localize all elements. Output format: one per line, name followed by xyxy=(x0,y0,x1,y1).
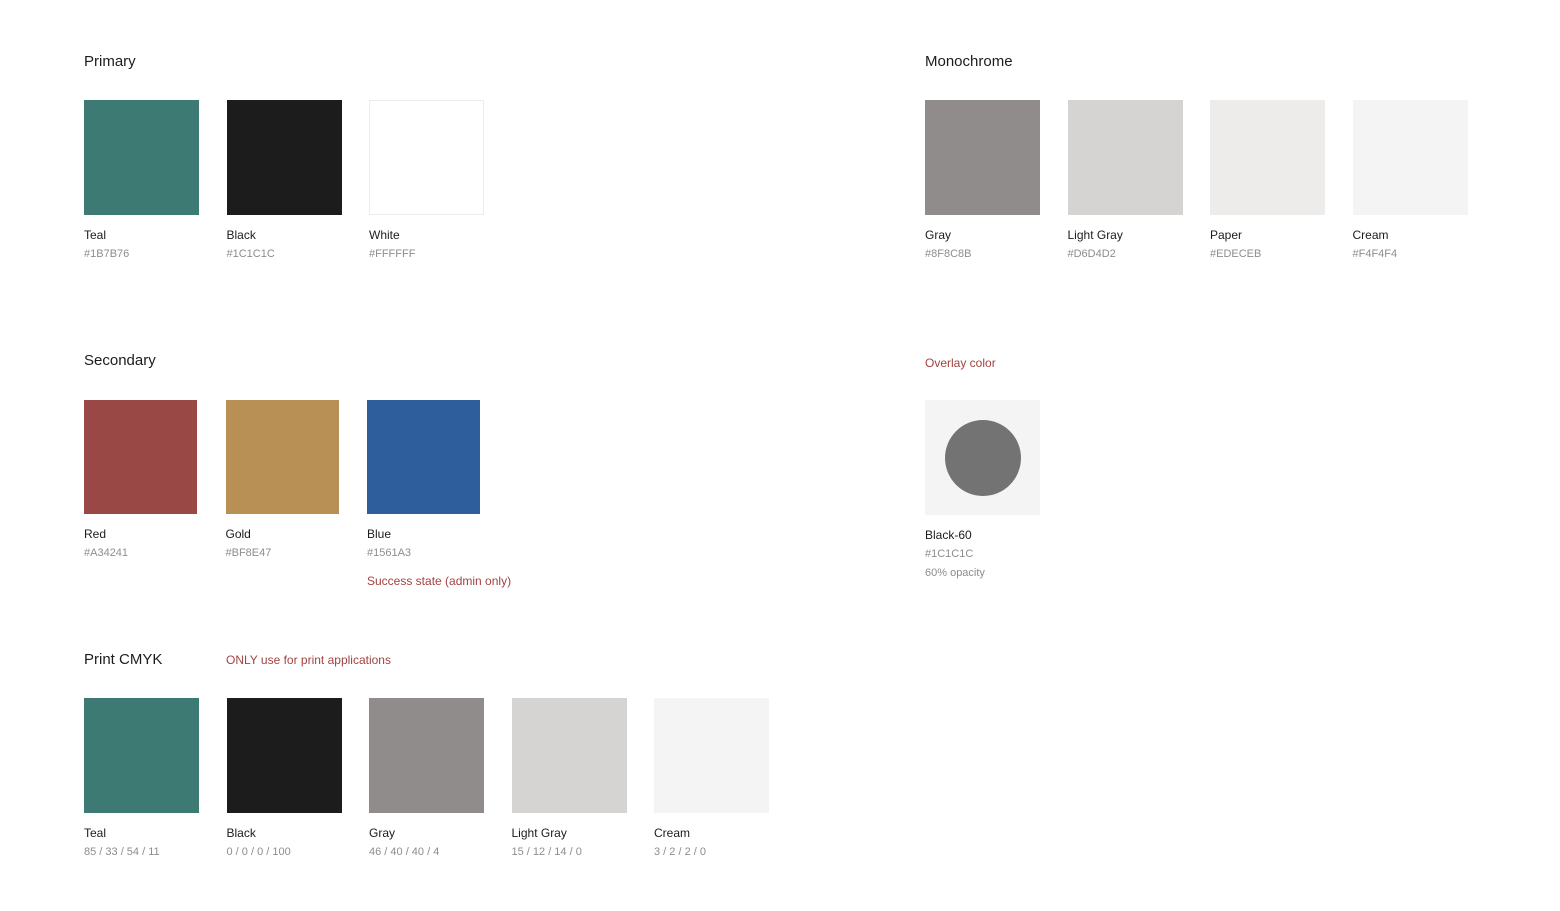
overlay-circle-icon xyxy=(944,419,1021,496)
color-chip xyxy=(84,698,199,813)
color-chip xyxy=(225,400,339,514)
swatch-mono-paper: Paper #EDECEB xyxy=(1210,100,1325,261)
swatch-name: Gray xyxy=(925,228,952,242)
swatch-hex: #1C1C1C xyxy=(226,248,275,260)
secondary-swatch-row: Red #A34241 Gold #BF8E47 Blue #1561A3 Su… xyxy=(84,400,512,588)
color-chip xyxy=(654,698,769,813)
swatch-name: Teal xyxy=(84,826,107,840)
color-chip xyxy=(369,698,484,813)
print-cmyk-section-title: Print CMYK xyxy=(84,651,163,668)
swatch-cmyk-cream: Cream 3 / 2 / 2 / 0 xyxy=(654,698,769,859)
swatch-hex: #1561A3 xyxy=(367,547,412,559)
swatch-name: Black-60 xyxy=(925,528,972,542)
swatch-hex: #A34241 xyxy=(84,547,129,559)
swatch-hex: #8F8C8B xyxy=(925,248,972,260)
print-cmyk-note: ONLY use for print applications xyxy=(226,653,391,667)
swatch-name: Cream xyxy=(1352,228,1389,242)
swatch-primary-white: White #FFFFFF xyxy=(369,100,484,261)
color-chip xyxy=(226,100,342,215)
swatch-cmyk-value: 85 / 33 / 54 / 11 xyxy=(84,846,160,858)
color-chip xyxy=(511,698,627,813)
primary-swatch-row: Teal #1B7B76 Black #1C1C1C White #FFFFFF xyxy=(84,100,484,261)
swatch-name: Teal xyxy=(84,228,107,242)
swatch-name: Red xyxy=(84,527,107,541)
swatch-name: Cream xyxy=(654,826,691,840)
swatch-secondary-blue: Blue #1561A3 Success state (admin only) xyxy=(367,400,512,588)
monochrome-swatch-row: Gray #8F8C8B Light Gray #D6D4D2 Paper #E… xyxy=(925,100,1468,261)
swatch-name: Gold xyxy=(225,527,251,541)
print-cmyk-swatch-row: Teal 85 / 33 / 54 / 11 Black 0 / 0 / 0 /… xyxy=(84,698,769,859)
color-chip xyxy=(369,100,484,215)
swatch-opacity: 60% opacity xyxy=(925,567,985,579)
swatch-usage-note: Success state (admin only) xyxy=(367,574,512,588)
monochrome-section-title: Monochrome xyxy=(925,53,1013,70)
swatch-name: Blue xyxy=(367,527,392,541)
swatch-cmyk-gray: Gray 46 / 40 / 40 / 4 xyxy=(369,698,484,859)
color-chip xyxy=(1210,100,1325,215)
swatch-mono-light-gray: Light Gray #D6D4D2 xyxy=(1067,100,1183,261)
color-chip xyxy=(84,100,199,215)
overlay-chip xyxy=(925,400,1040,515)
color-chip xyxy=(925,100,1040,215)
swatch-hex: #D6D4D2 xyxy=(1067,248,1116,260)
color-chip xyxy=(1352,100,1468,215)
swatch-cmyk-value: 46 / 40 / 40 / 4 xyxy=(369,846,440,858)
color-chip xyxy=(1067,100,1183,215)
swatch-cmyk-teal: Teal 85 / 33 / 54 / 11 xyxy=(84,698,199,859)
swatch-cmyk-light-gray: Light Gray 15 / 12 / 14 / 0 xyxy=(511,698,627,859)
swatch-cmyk-black: Black 0 / 0 / 0 / 100 xyxy=(226,698,342,859)
swatch-name: White xyxy=(369,228,400,242)
swatch-mono-cream: Cream #F4F4F4 xyxy=(1352,100,1468,261)
swatch-name: Black xyxy=(226,228,256,242)
swatch-primary-teal: Teal #1B7B76 xyxy=(84,100,199,261)
swatch-name: Light Gray xyxy=(1067,228,1123,242)
color-chip xyxy=(226,698,342,813)
swatch-cmyk-value: 3 / 2 / 2 / 0 xyxy=(654,846,706,858)
swatch-name: Light Gray xyxy=(511,826,567,840)
swatch-hex: #F4F4F4 xyxy=(1352,248,1398,260)
swatch-hex: #BF8E47 xyxy=(225,547,272,559)
swatch-cmyk-value: 15 / 12 / 14 / 0 xyxy=(511,846,582,858)
primary-section-title: Primary xyxy=(84,53,136,70)
swatch-overlay-black-60: Black-60 #1C1C1C 60% opacity xyxy=(925,400,1040,580)
swatch-mono-gray: Gray #8F8C8B xyxy=(925,100,1040,261)
swatch-secondary-red: Red #A34241 xyxy=(84,400,197,588)
swatch-cmyk-value: 0 / 0 / 0 / 100 xyxy=(226,846,291,858)
overlay-swatch-row: Black-60 #1C1C1C 60% opacity xyxy=(925,400,1040,580)
swatch-hex: #FFFFFF xyxy=(369,248,416,260)
swatch-hex: #EDECEB xyxy=(1210,248,1262,260)
color-chip xyxy=(84,400,197,514)
swatch-secondary-gold: Gold #BF8E47 xyxy=(225,400,339,588)
swatch-name: Gray xyxy=(369,826,396,840)
swatch-hex: #1C1C1C xyxy=(925,548,974,560)
swatch-name: Paper xyxy=(1210,228,1243,242)
secondary-section-title: Secondary xyxy=(84,352,156,369)
color-chip xyxy=(367,400,480,514)
swatch-name: Black xyxy=(226,826,256,840)
swatch-primary-black: Black #1C1C1C xyxy=(226,100,342,261)
overlay-section-title: Overlay color xyxy=(925,356,996,370)
swatch-hex: #1B7B76 xyxy=(84,248,130,260)
